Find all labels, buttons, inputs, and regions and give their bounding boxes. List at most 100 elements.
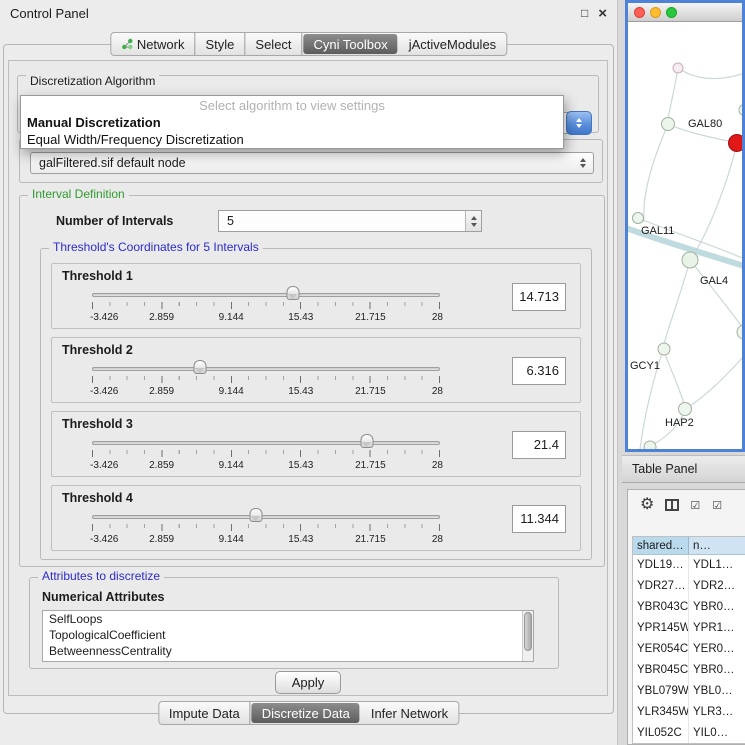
selected-node-red[interactable] [729,135,743,152]
network-view-window[interactable]: GAL80 GAL11 GAL4 GCY1 HAP2 [625,0,745,452]
float-panel-icon[interactable]: □ [581,6,588,20]
threshold-4-slider[interactable]: -3.426 2.859 9.144 15.43 21.715 28 [92,508,440,548]
tab-discretize-data[interactable]: Discretize Data [252,703,360,723]
list-item[interactable]: TopologicalCoefficient [43,627,533,643]
threshold-3-value-field[interactable]: 21.4 [512,431,566,459]
tab-impute-data[interactable]: Impute Data [159,702,251,724]
tab-label: Impute Data [169,706,240,721]
threshold-label: Threshold 2 [62,343,133,357]
table-data-select[interactable]: galFiltered.sif default node [30,152,594,174]
table-toolbar: ⚙ ☑ ☑ [628,490,745,520]
table-row[interactable]: YPR145WYPR1… [633,618,745,639]
threshold-1-value-field[interactable]: 14.713 [512,283,566,311]
slider-thumb[interactable] [286,286,299,300]
network-tab-icon [121,38,133,50]
slider-track[interactable] [92,515,440,519]
table-row[interactable]: YIL052CYIL0… [633,723,745,744]
threshold-3-slider[interactable]: -3.426 2.859 9.144 15.43 21.715 28 [92,434,440,474]
table-row[interactable]: YDR27…YDR2… [633,576,745,597]
dropdown-option-manual[interactable]: Manual Discretization [21,114,563,131]
down-arrow-icon [576,124,582,128]
slider-track[interactable] [92,441,440,445]
network-node-gcy1[interactable] [658,343,670,355]
tab-label: Cyni Toolbox [314,37,388,52]
table-panel-header[interactable]: Table Panel [622,455,745,483]
group-title: Attributes to discretize [38,569,164,583]
apply-button[interactable]: Apply [275,671,341,694]
slider-scale: -3.426 2.859 9.144 15.43 21.715 28 [92,534,440,546]
network-node[interactable] [737,325,742,339]
network-node-gal11[interactable] [633,213,644,224]
group-title: Discretization Algorithm [26,74,159,88]
tab-network[interactable]: Network [111,33,196,55]
control-panel-header: Control Panel □ × [0,0,617,26]
threshold-2-slider[interactable]: -3.426 2.859 9.144 15.43 21.715 28 [92,360,440,400]
cyni-toolbox-content: Discretization Algorithm Select algorith… [8,60,608,696]
list-item[interactable]: BetweennessCentrality [43,643,533,659]
column-header-shared-name[interactable]: shared… [633,537,689,554]
dropdown-option-equal-width[interactable]: Equal Width/Frequency Discretization [21,131,563,148]
tab-style[interactable]: Style [196,33,246,55]
zoom-window-icon[interactable] [666,7,677,18]
table-panel-title: Table Panel [632,462,697,476]
close-window-icon[interactable] [634,7,645,18]
bottom-tab-strip: Impute Data Discretize Data Infer Networ… [158,701,459,725]
select-all-icon[interactable]: ☑ [712,499,723,512]
gear-icon[interactable]: ⚙ [640,497,654,513]
tab-infer-network[interactable]: Infer Network [361,702,458,724]
group-title: Interval Definition [28,187,129,201]
tab-label: Discretize Data [262,706,350,721]
table-row[interactable]: YLR345WYLR3… [633,702,745,723]
network-window-titlebar[interactable] [628,3,742,22]
slider-track[interactable] [92,293,440,297]
spinner-arrows-icon[interactable] [465,211,481,231]
table-panel-window: ⚙ ☑ ☑ shared… n… YDL19…YDL1… YDR27…YDR2…… [627,489,745,745]
minimize-window-icon[interactable] [650,7,661,18]
network-node-gal4[interactable] [682,252,698,268]
threshold-4-panel: Threshold 4 -3.426 2.859 9.144 15.43 21.… [51,485,581,551]
algorithm-select-stepper-icon[interactable] [566,111,592,135]
attributes-list[interactable]: SelfLoops TopologicalCoefficient Between… [42,610,534,662]
table-row[interactable]: YER054CYER0… [633,639,745,660]
up-arrow-icon [471,216,477,220]
slider-scale: -3.426 2.859 9.144 15.43 21.715 28 [92,312,440,324]
table-row[interactable]: YBR043CYBR0… [633,597,745,618]
network-canvas[interactable]: GAL80 GAL11 GAL4 GCY1 HAP2 [628,22,742,449]
network-node[interactable] [673,63,683,73]
network-node-gal80[interactable] [662,118,675,131]
slider-thumb[interactable] [360,434,373,448]
table-row[interactable]: YBR045CYBR0… [633,660,745,681]
slider-thumb[interactable] [193,360,206,374]
column-header-name[interactable]: n… [689,537,745,554]
tab-label: Infer Network [371,706,448,721]
table-row[interactable]: YBL079WYBL0… [633,681,745,702]
columns-icon[interactable] [665,499,679,511]
thresholds-group: Threshold's Coordinates for 5 Intervals … [40,248,592,560]
select-rows-icon[interactable]: ☑ [690,499,701,512]
slider-scale: -3.426 2.859 9.144 15.43 21.715 28 [92,386,440,398]
panel-title: Control Panel [10,6,89,21]
threshold-3-panel: Threshold 3 -3.426 2.859 9.144 15.43 21.… [51,411,581,477]
threshold-2-value-field[interactable]: 6.316 [512,357,566,385]
tab-jactivemodules[interactable]: jActiveModules [399,33,506,55]
scrollbar-thumb[interactable] [524,612,532,651]
network-node[interactable] [644,441,656,449]
list-scrollbar[interactable] [522,611,533,661]
close-panel-icon[interactable]: × [598,5,607,22]
algorithm-dropdown-popup: Select algorithm to view settings Manual… [20,95,564,149]
network-node-hap2[interactable] [679,403,692,416]
threshold-1-slider[interactable]: -3.426 2.859 9.144 15.43 21.715 28 [92,286,440,326]
table-row[interactable]: YDL19…YDL1… [633,555,745,576]
tab-select[interactable]: Select [245,33,302,55]
threshold-4-value-field[interactable]: 11.344 [512,505,566,533]
list-item[interactable]: SelfLoops [43,611,533,627]
network-node[interactable] [739,104,742,116]
slider-thumb[interactable] [249,508,262,522]
table-header-row: shared… n… [633,537,745,555]
tab-cyni-toolbox[interactable]: Cyni Toolbox [304,34,398,54]
slider-track[interactable] [92,367,440,371]
intervals-spinner[interactable]: 5 [218,210,482,232]
intervals-value: 5 [227,211,234,231]
threshold-label: Threshold 4 [62,491,133,505]
up-arrow-icon [576,118,582,122]
